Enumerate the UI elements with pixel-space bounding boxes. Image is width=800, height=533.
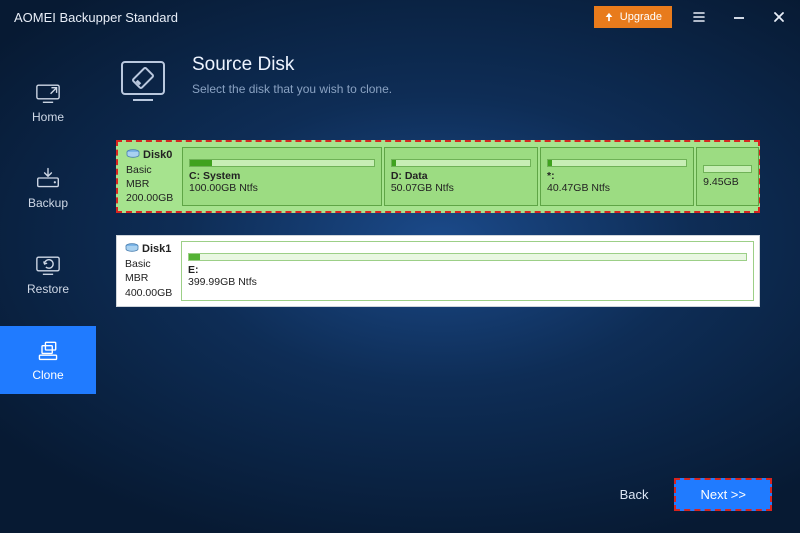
usage-bar — [703, 165, 752, 173]
sidebar: Home Backup Restore — [0, 34, 96, 533]
restore-icon — [34, 252, 62, 276]
disk-type: Basic MBR — [126, 163, 176, 191]
usage-bar — [391, 159, 531, 167]
home-icon — [34, 80, 62, 104]
disk-icon — [126, 149, 140, 159]
sidebar-item-home[interactable]: Home — [0, 68, 96, 136]
partition-label: D: Data — [391, 170, 531, 182]
window-controls — [686, 4, 792, 30]
disk-list: Disk0Basic MBR200.00GBC: System100.00GB … — [116, 140, 760, 307]
disk-label: Disk0 Basic MBR200.00GB — [118, 142, 182, 211]
partition-size: 40.47GB Ntfs — [547, 182, 687, 194]
sidebar-item-label: Clone — [32, 368, 63, 382]
disk-name: Disk1 — [142, 243, 171, 255]
disk-name: Disk0 — [143, 149, 172, 161]
disk-type: Basic MBR — [125, 257, 175, 285]
close-icon — [772, 10, 786, 24]
source-disk-icon — [116, 56, 170, 104]
back-button[interactable]: Back — [612, 481, 657, 508]
usage-bar — [188, 253, 747, 261]
sidebar-item-restore[interactable]: Restore — [0, 240, 96, 308]
disk-label: Disk1 Basic MBR400.00GB — [117, 236, 181, 305]
page-subtitle: Select the disk that you wish to clone. — [192, 82, 392, 96]
close-button[interactable] — [766, 4, 792, 30]
footer: Back Next >> — [612, 478, 772, 511]
partition[interactable]: E:399.99GB Ntfs — [181, 241, 754, 300]
usage-bar-fill — [548, 160, 552, 166]
disk-row-disk1[interactable]: Disk1 Basic MBR400.00GB E:399.99GB Ntfs — [116, 235, 760, 306]
upgrade-button-label: Upgrade — [620, 11, 662, 23]
page-header-text: Source Disk Select the disk that you wis… — [192, 54, 392, 96]
sidebar-item-clone[interactable]: Clone — [0, 326, 96, 394]
app-title: AOMEI Backupper Standard — [14, 10, 594, 25]
menu-button[interactable] — [686, 4, 712, 30]
next-button[interactable]: Next >> — [674, 478, 772, 511]
usage-bar-fill — [392, 160, 396, 166]
page-header: Source Disk Select the disk that you wis… — [116, 54, 760, 104]
partition-size: 100.00GB Ntfs — [189, 182, 375, 194]
partition-size: 50.07GB Ntfs — [391, 182, 531, 194]
page-title: Source Disk — [192, 54, 392, 76]
app-window: AOMEI Backupper Standard Upgrade — [0, 0, 800, 533]
partition-size: 9.45GB — [703, 176, 752, 188]
disk-size: 200.00GB — [126, 191, 176, 205]
usage-bar — [547, 159, 687, 167]
usage-bar-fill — [189, 254, 200, 260]
partition[interactable]: C: System100.00GB Ntfs — [182, 147, 382, 206]
minimize-button[interactable] — [726, 4, 752, 30]
disk-icon — [125, 243, 139, 253]
partition-list: C: System100.00GB NtfsD: Data50.07GB Ntf… — [182, 142, 758, 211]
usage-bar-fill — [190, 160, 212, 166]
sidebar-item-backup[interactable]: Backup — [0, 154, 96, 222]
partition[interactable]: D: Data50.07GB Ntfs — [384, 147, 538, 206]
disk-row-disk0[interactable]: Disk0 Basic MBR200.00GB C: System100.00GB … — [116, 140, 760, 213]
partition-size: 399.99GB Ntfs — [188, 276, 747, 288]
upgrade-arrow-icon — [604, 12, 614, 22]
titlebar: AOMEI Backupper Standard Upgrade — [0, 0, 800, 34]
main-panel: Source Disk Select the disk that you wis… — [96, 34, 800, 533]
backup-icon — [34, 166, 62, 190]
partition[interactable]: *:40.47GB Ntfs — [540, 147, 694, 206]
disk-size: 400.00GB — [125, 286, 175, 300]
sidebar-item-label: Home — [32, 110, 64, 124]
sidebar-item-label: Backup — [28, 196, 68, 210]
partition[interactable]: 9.45GB — [696, 147, 759, 206]
partition-label: C: System — [189, 170, 375, 182]
sidebar-item-label: Restore — [27, 282, 69, 296]
partition-label: *: — [547, 170, 687, 182]
usage-bar — [189, 159, 375, 167]
minimize-icon — [732, 10, 746, 24]
window-body: Home Backup Restore — [0, 34, 800, 533]
upgrade-button[interactable]: Upgrade — [594, 6, 672, 28]
menu-icon — [692, 10, 706, 24]
clone-icon — [34, 338, 62, 362]
partition-list: E:399.99GB Ntfs — [181, 236, 759, 305]
partition-label: E: — [188, 264, 747, 276]
